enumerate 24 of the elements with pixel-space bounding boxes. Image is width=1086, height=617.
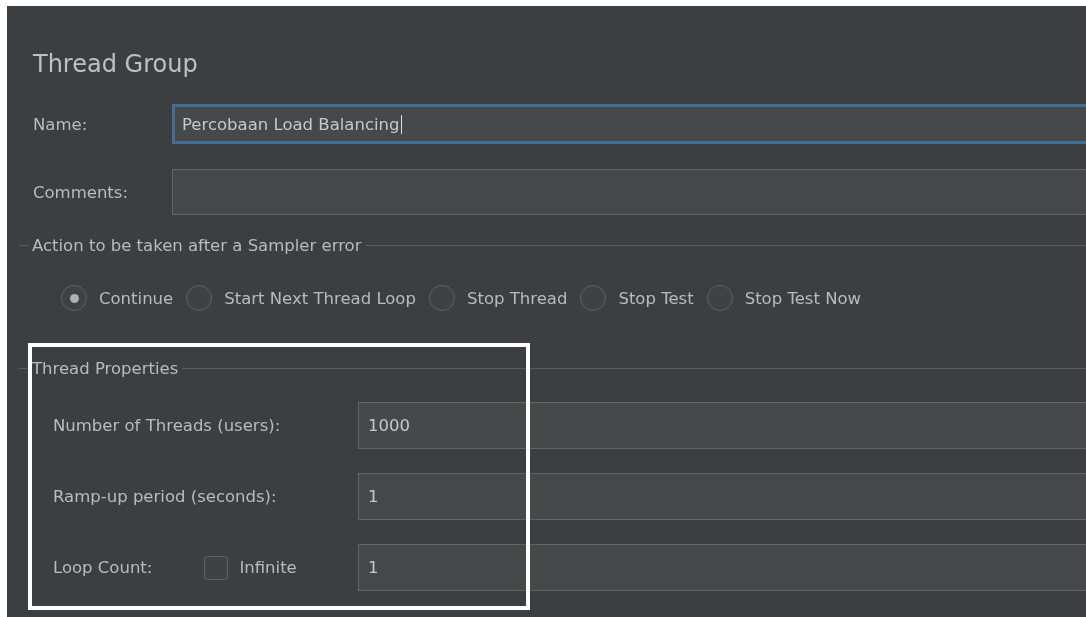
name-field[interactable]: Percobaan Load Balancing	[172, 104, 1086, 144]
ramp-up-label: Ramp-up period (seconds):	[53, 487, 278, 506]
panel-title: Thread Group	[33, 49, 199, 80]
radio-button[interactable]	[186, 285, 213, 311]
radio-label[interactable]: Start Next Thread Loop	[224, 288, 416, 308]
radio-button[interactable]	[580, 285, 607, 311]
group-legend: Thread Properties	[32, 359, 179, 378]
radio-button[interactable]	[61, 285, 87, 311]
loop-count-field[interactable]: 1	[358, 544, 1086, 591]
radio-label[interactable]: Stop Test Now	[744, 288, 862, 308]
threads-field[interactable]: 1000	[358, 402, 1086, 449]
loop-count-label: Loop Count:	[53, 558, 153, 577]
radio-label[interactable]: Stop Test	[618, 288, 694, 308]
threads-label: Number of Threads (users):	[53, 416, 282, 435]
radio-label[interactable]: Continue	[99, 288, 174, 308]
group-legend: Action to be taken after a Sampler error	[32, 236, 362, 255]
radio-label[interactable]: Stop Thread	[466, 288, 568, 308]
checkbox-label[interactable]: Infinite	[239, 558, 297, 577]
radio-button[interactable]	[706, 285, 733, 311]
comments-label: Comments:	[33, 182, 129, 202]
radio-button[interactable]	[428, 285, 455, 311]
name-label: Name:	[33, 114, 89, 134]
checkbox[interactable]	[204, 555, 229, 580]
ramp-up-field[interactable]: 1	[358, 473, 1086, 520]
